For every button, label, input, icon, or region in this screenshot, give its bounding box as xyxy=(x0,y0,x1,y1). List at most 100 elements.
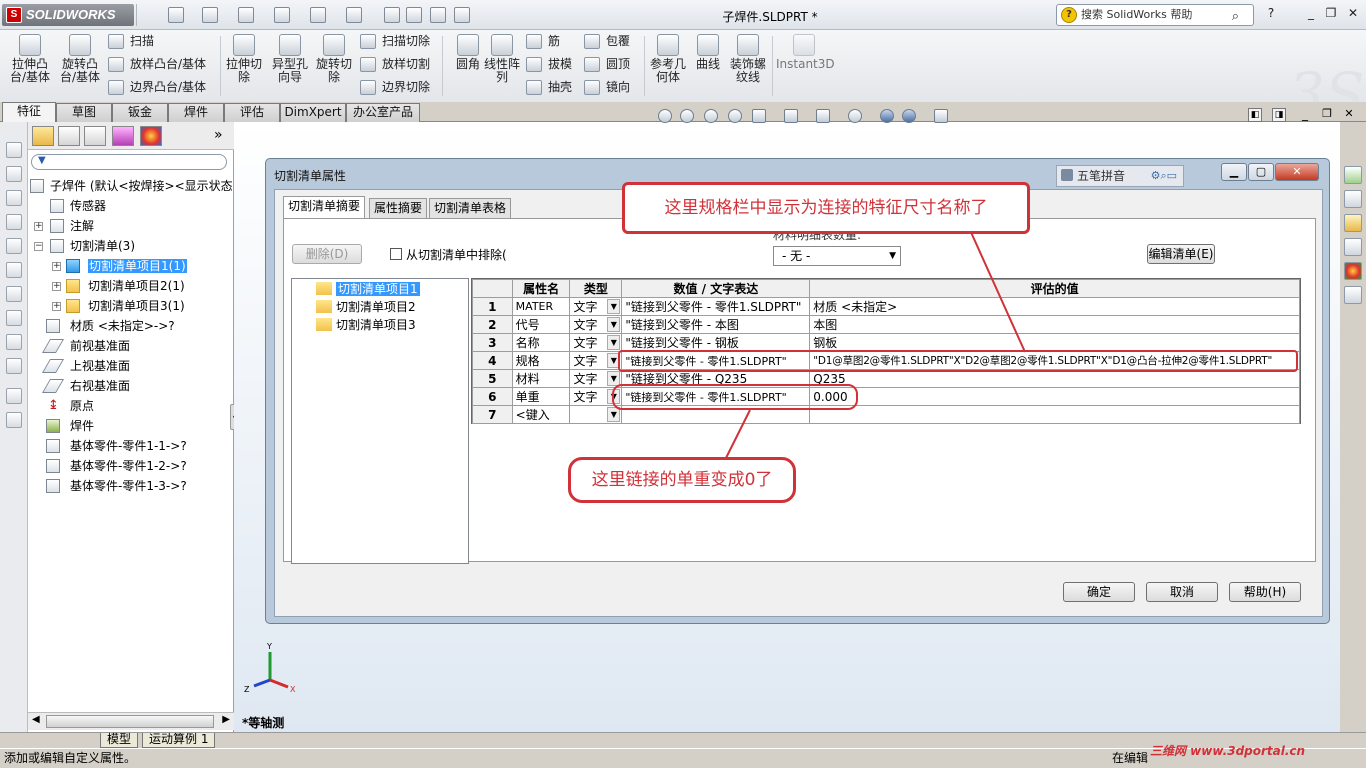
polygon-icon[interactable] xyxy=(6,286,22,302)
property-name-cell[interactable]: 单重 xyxy=(511,387,571,406)
line-icon[interactable] xyxy=(6,190,22,206)
property-name-cell[interactable]: 材料 xyxy=(511,369,571,388)
cancel-button[interactable]: 取消 xyxy=(1146,582,1218,602)
tree-item-origin[interactable]: ↨ 原点 xyxy=(44,396,94,416)
save-icon[interactable] xyxy=(238,7,254,23)
mirror-entities-icon[interactable] xyxy=(6,412,22,428)
feature-tree-tab-icon[interactable] xyxy=(32,126,54,146)
shell-button[interactable]: 抽壳 xyxy=(526,78,586,98)
collapse-icon[interactable]: − xyxy=(34,242,43,251)
extrude-boss-button[interactable]: 拉伸凸 台/基体 xyxy=(8,34,52,84)
tab-model[interactable]: 模型 xyxy=(100,733,139,748)
options-icon[interactable] xyxy=(430,7,446,23)
design-library-icon[interactable] xyxy=(1344,190,1362,208)
tree-item-right-plane[interactable]: 右视基准面 xyxy=(41,376,130,396)
expand-icon[interactable]: + xyxy=(34,222,43,231)
tree-item-weldment[interactable]: 焊件 xyxy=(44,416,94,436)
undo-icon[interactable] xyxy=(310,7,326,23)
tree-item-top-plane[interactable]: 上视基准面 xyxy=(41,356,130,376)
tree-item-base-part-3[interactable]: 基体零件-零件1-3->? xyxy=(44,476,187,496)
point-icon[interactable] xyxy=(6,334,22,350)
ime-tools-icon[interactable]: ⚙⌕▭ xyxy=(1151,166,1177,186)
tree-root[interactable]: 子焊件 (默认<按焊接><显示状态 xyxy=(30,176,233,196)
view-settings-icon[interactable] xyxy=(934,109,948,123)
edit-list-button[interactable]: 编辑清单(E) xyxy=(1147,244,1215,264)
tab-weldments[interactable]: 焊件 xyxy=(168,103,224,122)
scroll-left-icon[interactable]: ◀ xyxy=(32,714,40,725)
arc-icon[interactable] xyxy=(6,262,22,278)
trim-icon[interactable] xyxy=(6,358,22,374)
cut-list-tree-item-2[interactable]: 切割清单项目2 xyxy=(292,298,468,316)
revolve-cut-button[interactable]: 旋转切 除 xyxy=(312,34,356,84)
reference-geometry-button[interactable]: 参考几 何体 xyxy=(646,34,690,84)
apply-scene-icon[interactable] xyxy=(902,109,916,123)
view-orientation-icon[interactable] xyxy=(784,109,798,123)
expand-icon[interactable]: + xyxy=(52,262,61,271)
dialog-close-button[interactable]: ✕ xyxy=(1275,163,1319,181)
draft-button[interactable]: 拔模 xyxy=(526,55,586,75)
tab-motion-study[interactable]: 运动算例 1 xyxy=(142,733,216,748)
property-manager-tab-icon[interactable] xyxy=(58,126,80,146)
tree-item-sensors[interactable]: 传感器 xyxy=(48,196,106,216)
tab-features[interactable]: 特征 xyxy=(2,102,56,123)
expand-icon[interactable]: + xyxy=(52,302,61,311)
property-name-cell[interactable]: 规格 xyxy=(511,351,571,370)
dynamic-annotation-icon[interactable] xyxy=(752,109,766,123)
previous-view-icon[interactable] xyxy=(704,109,718,123)
swept-cut-button[interactable]: 扫描切除 xyxy=(360,32,440,52)
file-explorer-icon[interactable] xyxy=(1344,214,1362,232)
tab-properties-summary[interactable]: 属性摘要 xyxy=(369,198,428,218)
customize-icon[interactable] xyxy=(454,7,470,23)
loft-boss-button[interactable]: 放样凸台/基体 xyxy=(108,55,218,75)
section-view-icon[interactable] xyxy=(728,109,742,123)
sketch-icon[interactable] xyxy=(6,142,22,158)
tree-item-cut-list-item-3[interactable]: + 切割清单项目3(1) xyxy=(52,296,185,316)
scroll-thumb[interactable] xyxy=(46,715,214,728)
close-app-button[interactable]: ✕ xyxy=(1344,6,1362,22)
new-icon[interactable] xyxy=(168,7,184,23)
minimize-app-button[interactable]: _ xyxy=(1302,6,1320,22)
zoom-to-fit-icon[interactable] xyxy=(658,109,672,123)
tab-cut-list-table[interactable]: 切割清单表格 xyxy=(429,198,512,218)
expand-arrows-icon[interactable]: » xyxy=(214,127,223,143)
plane-icon[interactable] xyxy=(6,166,22,182)
expand-icon[interactable]: + xyxy=(52,282,61,291)
tree-horizontal-scrollbar[interactable]: ◀ ▶ xyxy=(28,712,234,730)
tab-cut-list-summary[interactable]: 切割清单摘要 xyxy=(283,196,366,218)
boundary-boss-button[interactable]: 边界凸台/基体 xyxy=(108,78,218,98)
tree-item-base-part-2[interactable]: 基体零件-零件1-2->? xyxy=(44,456,187,476)
rectangle-icon[interactable] xyxy=(6,214,22,230)
dialog-maximize-button[interactable]: ▢ xyxy=(1248,163,1274,181)
extrude-cut-button[interactable]: 拉伸切 除 xyxy=(222,34,266,84)
exclude-checkbox[interactable] xyxy=(390,248,402,260)
doc-minimize-icon[interactable]: _ xyxy=(1298,108,1312,122)
print-icon[interactable] xyxy=(274,7,290,23)
circle-icon[interactable] xyxy=(6,238,22,254)
select-icon[interactable] xyxy=(346,7,362,23)
solidworks-logo[interactable]: S SOLIDWORKS xyxy=(2,4,134,26)
linear-pattern-button[interactable]: 线性阵 列 xyxy=(480,34,524,84)
scroll-right-icon[interactable]: ▶ xyxy=(222,714,230,725)
property-name-cell[interactable]: MATER xyxy=(511,297,571,316)
help-search-input[interactable]: ? 搜索 SolidWorks 帮助 ⌕ xyxy=(1056,4,1254,26)
zoom-area-icon[interactable] xyxy=(680,109,694,123)
instant3d-button[interactable]: Instant3D xyxy=(776,34,835,71)
search-icon[interactable]: ⌕ xyxy=(1232,7,1239,27)
tree-item-annotations[interactable]: + 注解 xyxy=(34,216,94,236)
rebuild-icon[interactable] xyxy=(384,7,400,23)
tab-dimxpert[interactable]: DimXpert xyxy=(280,103,346,122)
help-menu-icon[interactable]: ? xyxy=(1262,6,1280,22)
edit-appearance-icon[interactable] xyxy=(880,109,894,123)
delete-button[interactable]: 删除(D) xyxy=(292,244,362,264)
tree-item-material[interactable]: 材质 <未指定>->? xyxy=(44,316,175,336)
appearances-icon[interactable] xyxy=(1344,262,1362,280)
property-name-cell[interactable]: 名称 xyxy=(511,333,571,352)
tree-item-front-plane[interactable]: 前视基准面 xyxy=(41,336,130,356)
tree-filter-input[interactable]: ▼ xyxy=(31,154,227,170)
doc-restore-icon[interactable]: ❐ xyxy=(1320,108,1334,122)
dialog-minimize-button[interactable]: ▁ xyxy=(1221,163,1247,181)
tree-item-cut-list-item-1[interactable]: + 切割清单项目1(1) xyxy=(52,256,187,276)
ok-button[interactable]: 确定 xyxy=(1063,582,1135,602)
doc-close-icon[interactable]: ✕ xyxy=(1342,108,1356,122)
tab-sketch[interactable]: 草图 xyxy=(56,103,112,122)
